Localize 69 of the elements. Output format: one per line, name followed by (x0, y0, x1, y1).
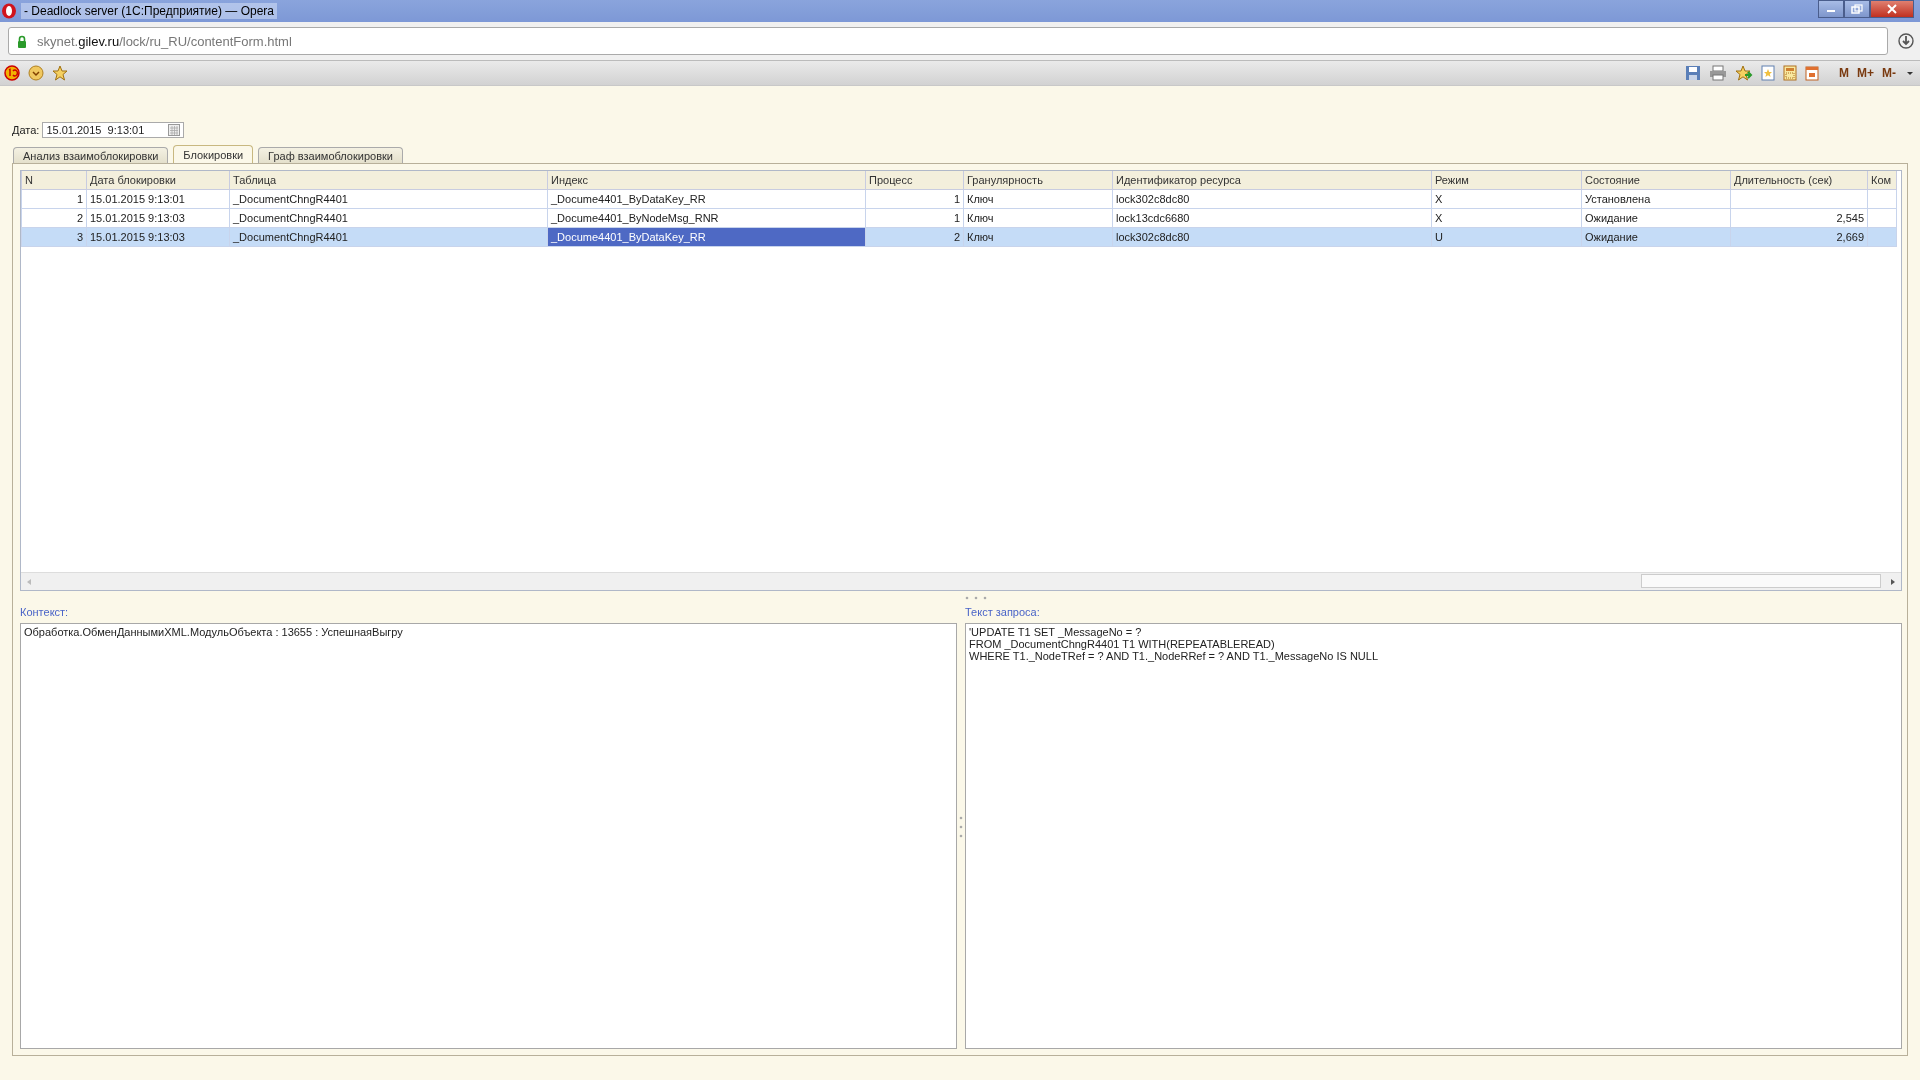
table-cell: 15.01.2015 9:13:03 (86, 208, 230, 228)
column-header[interactable]: Индекс (547, 171, 866, 190)
table-cell: 2 (21, 208, 87, 228)
horizontal-scrollbar[interactable] (21, 572, 1901, 590)
scrollbar-thumb[interactable] (1641, 574, 1881, 588)
print-icon[interactable] (1709, 65, 1727, 81)
column-header[interactable]: N (21, 171, 87, 190)
window-title: - Deadlock server (1С:Предприятие) — Opera (21, 3, 277, 19)
tab[interactable]: Граф взаимоблокировки (258, 147, 403, 163)
table-row[interactable]: 2 15.01.2015 9:13:03 _DocumentChngR4401 _Docume4401_ByNodeMsg_RNR 1 Ключ lock13cdc6680 X Ожидание 2,545 (21, 208, 1897, 228)
date-label: Дата: (12, 124, 40, 136)
memory-button[interactable]: M- (1880, 66, 1898, 80)
table-cell: 1 (21, 189, 87, 209)
table-cell: _Docume4401_ByNodeMsg_RNR (547, 208, 866, 228)
context-field[interactable]: Обработка.ОбменДаннымиXML.МодульОбъекта : 13655 : УспешнаяВыгру (20, 623, 957, 1049)
column-header[interactable]: Дата блокировки (86, 171, 230, 190)
column-header[interactable]: Процесс (865, 171, 964, 190)
column-header[interactable]: Состояние (1581, 171, 1731, 190)
bookmark-page-icon[interactable] (1761, 65, 1775, 81)
column-header[interactable]: Длительность (сек) (1730, 171, 1868, 190)
lock-icon (17, 34, 27, 48)
close-button[interactable] (1870, 0, 1914, 18)
url-text: skynet.gilev.ru/lock/ru_RU/contentForm.html (37, 33, 292, 49)
column-header[interactable]: Режим (1431, 171, 1582, 190)
download-icon[interactable] (1898, 33, 1914, 49)
query-field[interactable]: 'UPDATE T1 SET _MessageNo = ? FROM _DocumentChngR4401 T1 WITH(REPEATABLEREAD) WHERE T1._NodeTRef = ? AND T1._NodeRRef = ? AND T1._MessageNo IS NULL (965, 623, 1902, 1049)
column-header[interactable]: Гранулярность (963, 171, 1113, 190)
table-cell: Ключ (963, 189, 1113, 209)
table-row[interactable]: 1 15.01.2015 9:13:01 _DocumentChngR4401 _Docume4401_ByDataKey_RR 1 Ключ lock302c8dc80 X Установлена (21, 189, 1897, 209)
table-cell: Ожидание (1581, 208, 1731, 228)
calendar-icon[interactable] (168, 124, 181, 136)
opera-logo-icon (1, 3, 17, 19)
restore-button[interactable] (1844, 0, 1870, 18)
table-cell: _DocumentChngR4401 (229, 189, 548, 209)
column-header[interactable]: Ком (1867, 171, 1897, 190)
star-icon[interactable] (52, 65, 68, 81)
memory-button[interactable]: M+ (1855, 66, 1876, 80)
calendar-icon[interactable] (1805, 65, 1819, 81)
column-header[interactable]: Таблица (229, 171, 548, 190)
date-field[interactable]: 15.01.2015 9:13:01 (42, 122, 185, 138)
context-label: Контекст: (20, 605, 70, 619)
address-field[interactable]: skynet.gilev.ru/lock/ru_RU/contentForm.html (8, 27, 1888, 55)
table-cell: _DocumentChngR4401 (229, 208, 548, 228)
table-cell: 2,545 (1730, 208, 1868, 228)
query-label: Текст запроса: (965, 605, 1041, 619)
table-cell: 1 (865, 189, 964, 209)
table-cell: X (1431, 208, 1582, 228)
table-cell: lock302c8dc80 (1112, 189, 1432, 209)
tab[interactable]: Анализ взаимоблокировки (13, 147, 169, 163)
table-row[interactable]: 3 15.01.2015 9:13:03 _DocumentChngR4401 _Docume4401_ByDataKey_RR 2 Ключ lock302c8dc80 U Ожидание 2,669 (21, 227, 1897, 247)
close-icon (1886, 4, 1898, 14)
table-cell: _Docume4401_ByDataKey_RR (547, 189, 866, 209)
tab[interactable]: Блокировки (173, 145, 254, 163)
table-cell: lock13cdc6680 (1112, 208, 1432, 228)
table-cell: Установлена (1581, 189, 1731, 209)
table-cell: Ключ (963, 208, 1113, 228)
save-icon[interactable] (1685, 65, 1701, 81)
logo-icon[interactable] (4, 65, 20, 81)
table-cell: X (1431, 189, 1582, 209)
restore-icon (1851, 4, 1863, 14)
column-header[interactable]: Идентификатор ресурса (1112, 171, 1432, 190)
dropdown-circle-icon[interactable] (28, 65, 44, 81)
minimize-button[interactable] (1818, 0, 1844, 18)
table-cell: 15.01.2015 9:13:01 (86, 189, 230, 209)
memory-button[interactable]: M (1837, 66, 1851, 80)
star-arrow-icon[interactable] (1735, 65, 1753, 81)
table-cell: 1 (865, 208, 964, 228)
calculator-icon[interactable] (1783, 65, 1797, 81)
chevron-down-icon[interactable] (1906, 70, 1914, 76)
